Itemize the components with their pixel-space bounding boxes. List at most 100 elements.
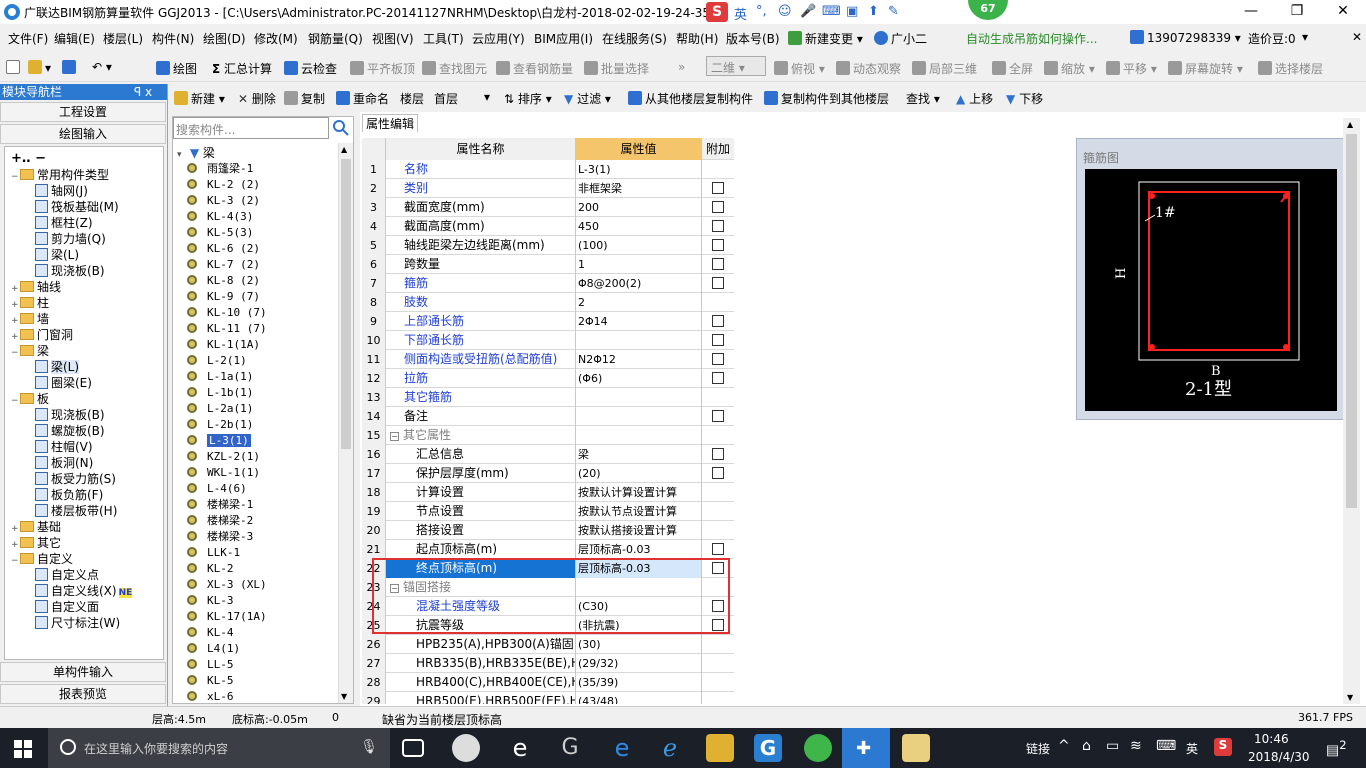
property-value[interactable]: 按默认节点设置计算 bbox=[576, 502, 702, 521]
property-name[interactable]: 上部通长筋 bbox=[386, 312, 576, 331]
nav-tree-item[interactable]: − 常用构件类型 bbox=[11, 167, 109, 183]
add-checkbox[interactable] bbox=[712, 277, 724, 289]
add-checkbox[interactable] bbox=[712, 334, 724, 346]
property-row[interactable]: 13 其它箍筋 bbox=[362, 388, 734, 407]
find-element-button[interactable]: 查找图元 bbox=[422, 60, 487, 77]
property-name[interactable]: 截面宽度(mm) bbox=[386, 198, 576, 217]
property-value[interactable] bbox=[576, 407, 702, 426]
component-list-item[interactable]: KL-11 (7) bbox=[187, 321, 267, 337]
local-3d-button[interactable]: 局部三维 bbox=[912, 60, 977, 77]
scroll-down-icon[interactable]: ▼ bbox=[1347, 693, 1353, 702]
component-list-item[interactable]: LL-5 bbox=[187, 657, 234, 673]
menu-component[interactable]: 构件(N) bbox=[152, 30, 194, 47]
price-beans[interactable]: 造价豆:0 bbox=[1248, 30, 1296, 47]
nav-tree-item[interactable]: 柱帽(V) bbox=[35, 439, 93, 455]
property-row[interactable]: 20 搭接设置 按默认搭接设置计算 bbox=[362, 521, 734, 540]
property-name[interactable]: 类别 bbox=[386, 179, 576, 198]
top-view-button[interactable]: 俯视 ▾ bbox=[774, 60, 825, 77]
windows-start-icon[interactable] bbox=[14, 740, 32, 761]
property-value[interactable]: 200 bbox=[576, 198, 702, 217]
component-list-item[interactable]: 楼梯梁-3 bbox=[187, 529, 253, 545]
property-value[interactable]: 按默认搭接设置计算 bbox=[576, 521, 702, 540]
nav-tree-item[interactable]: 自定义线(X) NE bbox=[35, 583, 133, 599]
component-list-item[interactable]: XL-3 (XL) bbox=[187, 577, 267, 593]
property-row[interactable]: 11 侧面构造或受扭筋(总配筋值) N2Φ12 bbox=[362, 350, 734, 369]
tray-ime-label[interactable]: 英 bbox=[1186, 740, 1198, 757]
property-row[interactable]: 21 起点顶标高(m) 层顶标高-0.03 bbox=[362, 540, 734, 559]
sum-calc-button[interactable]: Σ 汇总计算 bbox=[212, 60, 272, 77]
glodon-app-icon[interactable]: G bbox=[754, 734, 782, 762]
property-value[interactable]: (30) bbox=[576, 635, 702, 654]
component-list-item[interactable]: LLK-1 bbox=[187, 545, 240, 561]
nav-tree-item[interactable]: 筏板基础(M) bbox=[35, 199, 119, 215]
add-checkbox[interactable] bbox=[712, 182, 724, 194]
property-value[interactable]: 层顶标高-0.03 bbox=[576, 540, 702, 559]
add-checkbox[interactable] bbox=[712, 315, 724, 327]
ime-tools-icon[interactable]: ✎ bbox=[888, 4, 899, 19]
property-row[interactable]: 2 类别 非框架梁 bbox=[362, 179, 734, 198]
nav-tree-item[interactable]: 现浇板(B) bbox=[35, 407, 105, 423]
property-row[interactable]: 3 截面宽度(mm) 200 bbox=[362, 198, 734, 217]
property-value[interactable]: (20) bbox=[576, 464, 702, 483]
nav-section-report-preview[interactable]: 报表预览 bbox=[0, 684, 166, 704]
property-name[interactable]: HRB400(C),HRB400E(CE),HRBF bbox=[386, 673, 576, 692]
property-value[interactable]: (35/39) bbox=[576, 673, 702, 692]
close-button[interactable]: ✕ bbox=[1320, 0, 1366, 24]
property-row[interactable]: 7 箍筋 Φ8@200(2) bbox=[362, 274, 734, 293]
component-list-item[interactable]: KL-4(3) bbox=[187, 209, 253, 225]
scroll-thumb[interactable] bbox=[341, 159, 351, 449]
property-name[interactable]: 箍筋 bbox=[386, 274, 576, 293]
component-list-item[interactable]: L-2(1) bbox=[187, 353, 247, 369]
tray-link[interactable]: 链接 bbox=[1026, 740, 1050, 757]
tray-wifi-icon[interactable]: ≋ bbox=[1130, 738, 1142, 754]
property-row[interactable]: 8 肢数 2 bbox=[362, 293, 734, 312]
component-list-item[interactable]: xL-6 bbox=[187, 689, 234, 705]
sort-button[interactable]: ⇅ 排序 ▾ bbox=[504, 90, 552, 107]
nav-tree-item[interactable]: 楼层板带(H) bbox=[35, 503, 117, 519]
select-floor-button[interactable]: 选择楼层 bbox=[1258, 60, 1323, 77]
property-value[interactable]: (29/32) bbox=[576, 654, 702, 673]
search-icon[interactable] bbox=[331, 118, 351, 138]
component-list-item[interactable]: WKL-1(1) bbox=[187, 465, 260, 481]
new-file-icon[interactable] bbox=[6, 60, 23, 75]
property-row[interactable]: 27 HRB335(B),HRB335E(BE),HRBF(29/32) bbox=[362, 654, 734, 673]
pin-icon[interactable]: ꟼ x bbox=[134, 84, 152, 100]
component-list-item[interactable]: L-2a(1) bbox=[187, 401, 253, 417]
property-row[interactable]: 18 计算设置 按默认计算设置计算 bbox=[362, 483, 734, 502]
nav-tree-item[interactable]: 板负筋(F) bbox=[35, 487, 103, 503]
component-list-item[interactable]: L-3(1) bbox=[187, 433, 251, 449]
zoom-button[interactable]: 缩放 ▾ bbox=[1044, 60, 1095, 77]
property-value[interactable] bbox=[576, 426, 702, 445]
cloud-check-button[interactable]: 云检查 bbox=[284, 60, 337, 77]
find-button[interactable]: 查找 ▾ bbox=[906, 90, 940, 107]
property-row[interactable]: 16 汇总信息 梁 bbox=[362, 445, 734, 464]
ime-language-toggle[interactable]: 英 bbox=[734, 4, 747, 23]
scroll-thumb[interactable] bbox=[1346, 134, 1357, 508]
property-name[interactable]: 下部通长筋 bbox=[386, 331, 576, 350]
ie-icon[interactable]: e bbox=[506, 734, 534, 762]
property-name[interactable]: 名称 bbox=[386, 160, 576, 179]
ime-emoji-icon[interactable]: ☺ bbox=[778, 4, 792, 19]
add-checkbox[interactable] bbox=[712, 201, 724, 213]
property-value[interactable]: 1 bbox=[576, 255, 702, 274]
rename-button[interactable]: 重命名 bbox=[336, 90, 389, 107]
property-row[interactable]: 6 跨数量 1 bbox=[362, 255, 734, 274]
component-list-item[interactable]: KL-8 (2) bbox=[187, 273, 260, 289]
draw-button[interactable]: 绘图 bbox=[156, 60, 197, 77]
add-checkbox[interactable] bbox=[712, 410, 724, 422]
menu-floor[interactable]: 楼层(L) bbox=[103, 30, 143, 47]
tray-network-icon[interactable]: ▭ bbox=[1106, 738, 1119, 754]
notification-badge[interactable]: 67 bbox=[968, 0, 1008, 20]
rotate-screen-button[interactable]: 屏幕旋转 ▾ bbox=[1168, 60, 1243, 77]
nav-tree-item[interactable]: 自定义面 bbox=[35, 599, 99, 615]
property-name[interactable]: HRB500(E),HRB500E(EE),HRBF bbox=[386, 692, 576, 704]
component-list-item[interactable]: KL-4 bbox=[187, 625, 234, 641]
nav-section-project-settings[interactable]: 工程设置 bbox=[0, 102, 166, 122]
ime-voice-icon[interactable]: 🎤 bbox=[800, 4, 816, 19]
copy-button[interactable]: 复制 bbox=[284, 90, 325, 107]
tray-sogou-icon[interactable]: S bbox=[1214, 738, 1232, 756]
property-name[interactable]: 肢数 bbox=[386, 293, 576, 312]
open-folder-icon[interactable]: ▾ bbox=[28, 60, 51, 75]
property-row[interactable]: 10 下部通长筋 bbox=[362, 331, 734, 350]
view-mode-select[interactable]: 二维 ▾ bbox=[706, 56, 766, 76]
